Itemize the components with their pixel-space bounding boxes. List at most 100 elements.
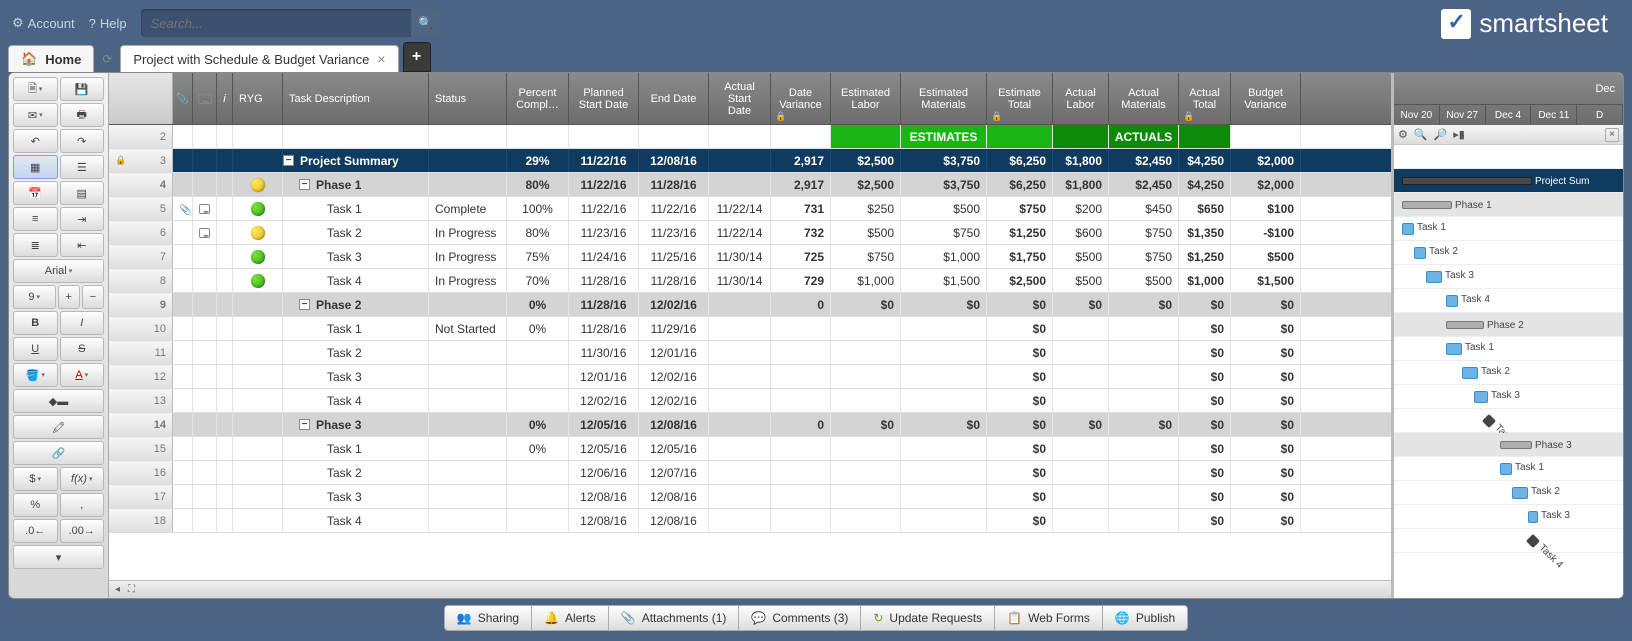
cell-dvar[interactable]: 725 [771,245,831,268]
cell-comment[interactable] [193,293,217,316]
account-link[interactable]: ⚙ Account [12,15,75,31]
row-number[interactable]: 8 [109,269,173,292]
cell-pct[interactable]: 0% [507,437,569,460]
gantt-bar[interactable]: Task 1 [1446,343,1462,355]
save-button[interactable]: 🗎▾ [13,77,58,101]
cell-astart[interactable] [709,461,771,484]
cell-pct[interactable]: 75% [507,245,569,268]
cell-attach[interactable] [173,173,193,196]
cell-attach[interactable] [173,317,193,340]
indent-button[interactable]: ⇥ [60,207,105,231]
cell-emat[interactable] [901,389,987,412]
cell-elab[interactable]: $1,000 [831,269,901,292]
cell-amat[interactable]: $750 [1109,245,1179,268]
cell-end[interactable]: 12/02/16 [639,365,709,388]
cell-task[interactable]: Task 2 [283,341,429,364]
cell-pstart[interactable]: 11/23/16 [569,221,639,244]
expand-icon[interactable]: ⛶ [128,584,135,595]
gantt-bar[interactable]: Task 2 [1462,367,1478,379]
col-dvar[interactable]: Date Variance🔒 [771,73,831,124]
cell-dvar[interactable] [771,125,831,148]
cell-elab[interactable] [831,437,901,460]
row-number[interactable]: 13 [109,389,173,412]
cell-etot[interactable]: $0 [987,413,1053,436]
expander-icon[interactable]: − [299,419,310,430]
cell-astart[interactable] [709,389,771,412]
text-color-button[interactable]: A▾ [60,363,105,387]
cell-atot[interactable]: $0 [1179,461,1231,484]
cell-astart[interactable] [709,173,771,196]
cell-task[interactable]: Task 2 [283,461,429,484]
cell-elab[interactable] [831,317,901,340]
cell-emat[interactable] [901,509,987,532]
align-center-button[interactable]: ≣ [13,233,58,257]
mail-button[interactable]: ✉▾ [13,103,58,127]
cell-alab[interactable]: $200 [1053,197,1109,220]
print-button[interactable]: 🖶 [60,103,105,127]
font-increase-button[interactable]: + [58,285,80,309]
cell-amat[interactable] [1109,485,1179,508]
cell-dvar[interactable]: 0 [771,413,831,436]
cell-attach[interactable] [173,389,193,412]
grid-row[interactable]: 18Task 412/08/1612/08/16$0$0$0 [109,509,1391,533]
cell-astart[interactable] [709,149,771,172]
cell-alab[interactable] [1053,125,1109,148]
cell-attach[interactable] [173,269,193,292]
cell-atot[interactable]: $0 [1179,341,1231,364]
cell-amat[interactable] [1109,365,1179,388]
cell-astart[interactable]: 11/22/14 [709,221,771,244]
cell-alab[interactable]: $600 [1053,221,1109,244]
cell-pstart[interactable]: 12/05/16 [569,437,639,460]
cell-etot[interactable] [987,125,1053,148]
cell-etot[interactable]: $0 [987,509,1053,532]
cell-elab[interactable]: $750 [831,245,901,268]
gantt-bar[interactable]: Project Sum [1402,177,1532,185]
cell-end[interactable]: 11/23/16 [639,221,709,244]
search-button[interactable]: 🔍 [411,9,441,37]
cell-bvar[interactable]: $0 [1231,413,1301,436]
cell-etot[interactable]: $0 [987,461,1053,484]
gantt-zoom-out-icon[interactable]: 🔍 [1414,128,1428,141]
cell-alab[interactable] [1053,365,1109,388]
cell-astart[interactable] [709,293,771,316]
row-number[interactable]: 5 [109,197,173,220]
cell-status[interactable] [429,509,507,532]
grid-row[interactable]: 3🔒−Project Summary29%11/22/1612/08/162,9… [109,149,1391,173]
cell-ryg[interactable] [233,245,283,268]
cell-astart[interactable] [709,413,771,436]
cell-emat[interactable] [901,341,987,364]
cell-alab[interactable]: $0 [1053,293,1109,316]
cell-comment[interactable] [193,221,217,244]
cell-alab[interactable] [1053,317,1109,340]
cell-dvar[interactable]: 2,917 [771,149,831,172]
thousands-button[interactable]: , [60,493,105,517]
cell-attach[interactable] [173,125,193,148]
italic-button[interactable]: I [60,311,105,335]
cell-etot[interactable]: $0 [987,389,1053,412]
col-amat[interactable]: Actual Materials [1109,73,1179,124]
cell-ryg[interactable] [233,485,283,508]
cell-lock[interactable] [217,197,233,220]
cell-attach[interactable] [173,293,193,316]
cell-atot[interactable]: $0 [1179,317,1231,340]
search-input[interactable] [141,16,411,31]
cell-status[interactable]: Complete [429,197,507,220]
cell-atot[interactable]: $0 [1179,509,1231,532]
cell-elab[interactable]: $0 [831,293,901,316]
grid-body[interactable]: 2ESTIMATESACTUALS3🔒−Project Summary29%11… [109,125,1391,580]
cell-elab[interactable]: $250 [831,197,901,220]
cell-atot[interactable]: $1,250 [1179,245,1231,268]
cell-pct[interactable]: 80% [507,173,569,196]
cell-status[interactable] [429,293,507,316]
cell-pstart[interactable]: 11/28/16 [569,269,639,292]
col-info[interactable]: i [217,73,233,124]
cell-attach[interactable] [173,245,193,268]
cell-end[interactable]: 12/08/16 [639,413,709,436]
cell-etot[interactable]: $1,250 [987,221,1053,244]
cell-end[interactable]: 11/29/16 [639,317,709,340]
cell-pct[interactable]: 80% [507,221,569,244]
cell-etot[interactable]: $0 [987,317,1053,340]
cell-pstart[interactable]: 11/28/16 [569,293,639,316]
redo-button[interactable]: ↷ [60,129,105,153]
cell-etot[interactable]: $0 [987,341,1053,364]
